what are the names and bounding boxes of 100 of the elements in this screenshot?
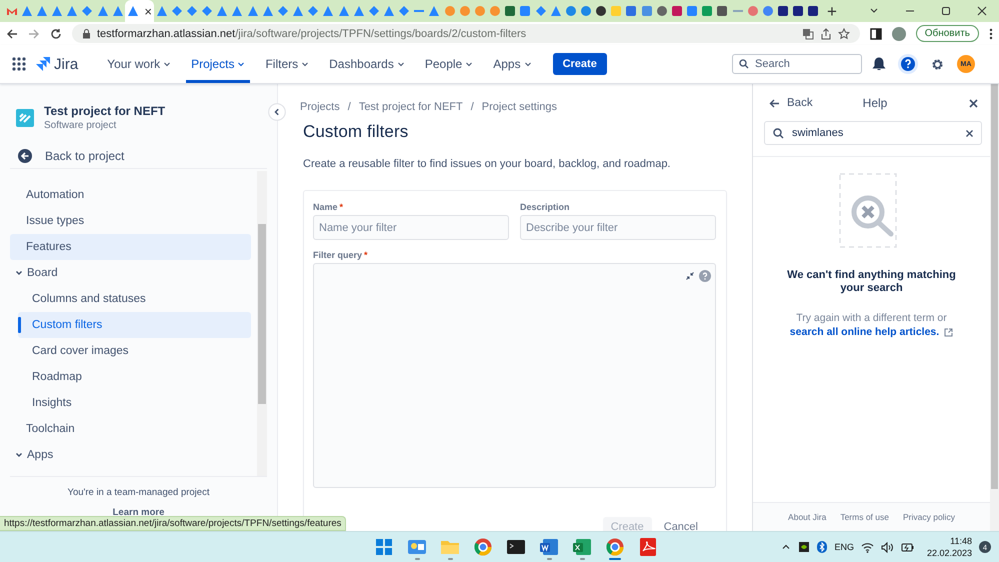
create-button[interactable]: Create — [552, 53, 607, 75]
caret-down-icon[interactable] — [301, 60, 310, 68]
sidebar-item[interactable]: Toolchain — [10, 416, 251, 442]
external-link-icon[interactable] — [944, 328, 954, 336]
speaker-icon[interactable] — [880, 542, 894, 553]
new-tab-button[interactable]: + — [820, 2, 843, 20]
sidebar-item[interactable]: Issue types — [10, 208, 251, 234]
footer-link[interactable]: About Jira — [788, 512, 826, 522]
breadcrumb-link[interactable]: Test project for NEFT — [358, 101, 463, 113]
breadcrumb-link[interactable]: Projects — [300, 101, 340, 113]
reload-icon[interactable] — [50, 28, 62, 40]
search-input[interactable]: Search — [755, 58, 855, 70]
caret-down-icon[interactable] — [237, 60, 246, 68]
back-arrow-icon[interactable] — [6, 28, 18, 40]
chrome-icon — [605, 537, 625, 558]
panel-title: Help — [862, 96, 888, 110]
more-menu-icon[interactable] — [989, 28, 993, 40]
star-icon[interactable] — [838, 28, 850, 40]
back-arrow-icon[interactable] — [769, 98, 780, 108]
side-panel-icon[interactable] — [870, 28, 882, 40]
search-input[interactable]: swimlanes — [792, 127, 958, 139]
footer-link[interactable]: Privacy policy — [902, 512, 955, 522]
maximize-icon[interactable] — [940, 6, 951, 16]
text-field[interactable]: Name your filter — [313, 215, 509, 240]
nav-menu-item[interactable]: People — [420, 45, 478, 83]
sidebar-item[interactable]: Features — [10, 234, 251, 260]
search-icon[interactable] — [739, 59, 749, 69]
product-name[interactable]: Jira — [54, 56, 78, 72]
caret-down-icon[interactable] — [396, 60, 405, 68]
field-label: Name — [313, 202, 338, 212]
cancel-button[interactable]: Cancel — [656, 517, 706, 532]
search-field[interactable]: Search — [732, 54, 862, 74]
battery-icon[interactable] — [900, 542, 914, 553]
project-name: Test project for NEFT — [44, 104, 166, 118]
field-label: Description — [520, 202, 570, 212]
sidebar-item[interactable]: Roadmap — [18, 364, 251, 390]
project-type: Software project — [44, 120, 118, 131]
forward-arrow-icon[interactable] — [28, 28, 40, 40]
query-field[interactable] — [313, 263, 716, 488]
caret-down-icon[interactable] — [524, 60, 532, 68]
search-icon[interactable] — [773, 128, 784, 138]
clear-icon[interactable] — [966, 130, 973, 136]
nav-menu-item[interactable]: Your work — [102, 45, 176, 83]
clock-time[interactable]: 11:48 — [950, 535, 972, 548]
required-mark: * — [364, 250, 368, 260]
close-icon[interactable] — [969, 98, 978, 108]
field-label: Filter query — [313, 250, 362, 260]
breadcrumb-link[interactable]: Project settings — [482, 101, 557, 113]
sidebar-item[interactable]: Custom filters — [18, 312, 251, 338]
word-icon — [539, 537, 559, 558]
nav-menu-item[interactable]: Apps — [488, 45, 537, 83]
scrollbar[interactable] — [257, 171, 267, 476]
close-icon[interactable] — [976, 6, 987, 16]
translate-icon[interactable] — [802, 28, 814, 40]
collapse-sidebar-button[interactable] — [268, 103, 286, 121]
collapse-icon[interactable] — [686, 272, 694, 280]
bluetooth-icon[interactable] — [817, 541, 828, 554]
back-arrow-icon[interactable] — [18, 149, 32, 163]
notification-bell-icon[interactable] — [872, 57, 886, 71]
empty-state-text: Try again with a different term or — [795, 311, 948, 325]
breadcrumb-separator: / — [470, 101, 474, 113]
sidebar-item[interactable]: Board — [10, 260, 251, 286]
jira-logo-icon[interactable] — [36, 57, 50, 71]
gpu-tray-icon[interactable] — [798, 541, 810, 554]
nav-menu-item[interactable]: Filters — [260, 45, 314, 83]
app-grid-icon[interactable] — [12, 57, 26, 71]
sidebar-item[interactable]: Card cover images — [18, 338, 251, 364]
back-to-project-link[interactable]: Back to project — [45, 149, 124, 163]
scrollbar[interactable] — [991, 84, 998, 489]
back-link[interactable]: Back — [787, 97, 813, 109]
sidebar-item[interactable]: Automation — [10, 182, 251, 208]
caret-down-icon[interactable] — [465, 60, 474, 68]
help-articles-link[interactable]: search all online help articles. — [790, 325, 940, 339]
profile-avatar[interactable] — [892, 26, 906, 40]
lock-icon[interactable] — [82, 28, 91, 39]
close-tab-button[interactable]: × — [144, 4, 152, 18]
windows-logo-icon — [374, 537, 394, 558]
sidebar-item[interactable]: Columns and statuses — [18, 286, 251, 312]
help-icon[interactable] — [898, 54, 918, 74]
page-title: Custom filters — [303, 122, 410, 142]
text-field[interactable]: Describe your filter — [520, 215, 716, 240]
help-search-field[interactable]: swimlanes — [764, 121, 982, 145]
sidebar-item[interactable]: Apps — [10, 442, 251, 468]
project-icon[interactable] — [16, 108, 34, 126]
excel-icon — [572, 537, 592, 558]
project-note: You're in a team-managed project — [68, 487, 210, 498]
language-indicator[interactable]: ENG — [834, 542, 854, 552]
clock-date[interactable]: 22.02.2023 — [926, 547, 972, 560]
share-icon[interactable] — [820, 28, 832, 40]
breadcrumb-separator: / — [348, 101, 351, 113]
sidebar-item[interactable]: Insights — [18, 390, 251, 416]
wifi-icon[interactable] — [860, 542, 874, 553]
learn-more-link[interactable]: Learn more — [112, 507, 164, 518]
nav-menu-item[interactable]: Dashboards — [324, 45, 410, 83]
required-mark: * — [340, 202, 344, 212]
footer-link[interactable]: Terms of use — [840, 512, 889, 522]
caret-down-icon[interactable] — [163, 60, 172, 68]
settings-icon[interactable] — [930, 56, 945, 72]
browser-tab[interactable]: × — [125, 0, 154, 22]
update-button[interactable]: Обновить — [916, 25, 979, 42]
